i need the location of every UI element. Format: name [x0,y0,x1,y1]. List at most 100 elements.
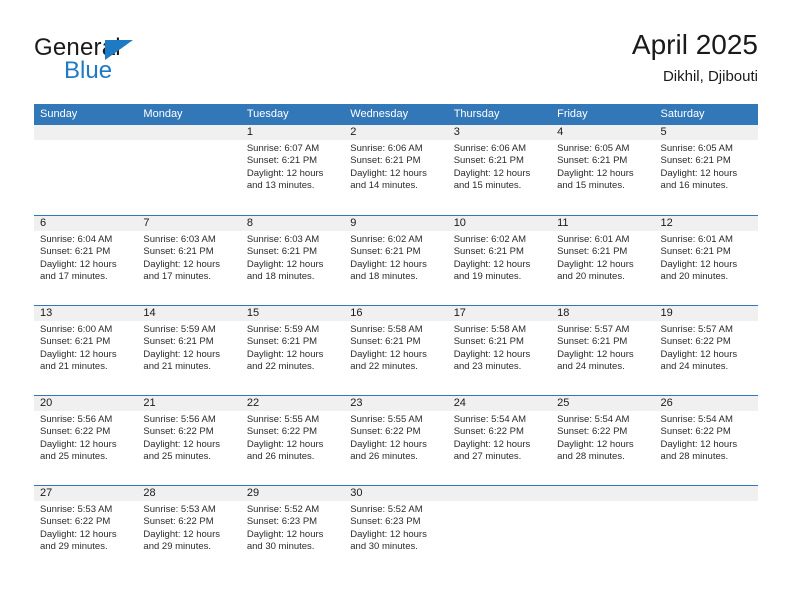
sunrise-text: Sunrise: 6:07 AM [246,143,320,154]
calendar-day-cell[interactable]: 2 Sunrise: 6:06 AM Sunset: 6:21 PM Daylight… [344,125,448,215]
calendar-day-cell[interactable]: 18 Sunrise: 5:57 AM Sunset: 6:21 PM Dayligh… [551,306,655,395]
day-sun-info: Sunrise: 6:05 AM Sunset: 6:21 PM Daylight:… [655,140,758,193]
calendar-day-cell[interactable]: 5 Sunrise: 6:05 AM Sunset: 6:21 PM Daylight… [654,125,758,215]
daylight-text-line2: and 29 minutes. [40,541,108,553]
calendar-day-cell[interactable]: 19 Sunrise: 5:57 AM Sunset: 6:22 PM Dayligh… [654,306,758,395]
sunrise-text: Sunrise: 5:54 AM [557,414,630,425]
day-sun-info: Sunrise: 6:07 AM Sunset: 6:21 PM Daylight:… [241,140,344,193]
calendar-day-cell[interactable]: 26 Sunrise: 5:54 AM Sunset: 6:22 PM Dayligh… [654,396,758,485]
calendar-day-cell[interactable]: 14 Sunrise: 5:59 AM Sunset: 6:21 PM Dayligh… [137,306,241,395]
calendar-week-row: 20 Sunrise: 5:56 AM Sunset: 6:22 PM Dayligh… [34,395,758,485]
sunset-text: Sunset: 6:21 PM [246,336,318,348]
calendar-day-cell[interactable]: 17 Sunrise: 5:58 AM Sunset: 6:21 PM Dayligh… [447,306,552,395]
sunrise-text: Sunrise: 6:00 AM [40,324,113,335]
day-sun-info: Sunrise: 5:54 AM Sunset: 6:22 PM Daylight:… [655,411,758,464]
daylight-text-line2: and 15 minutes. [453,180,522,192]
day-sun-info: Sunrise: 5:55 AM Sunset: 6:22 PM Daylight:… [241,411,344,464]
title-block: April 2025 Dikhil, Djibouti [632,28,758,88]
calendar-day-cell[interactable]: 23 Sunrise: 5:55 AM Sunset: 6:22 PM Dayligh… [344,396,448,485]
sunrise-text: Sunrise: 6:02 AM [453,234,527,245]
calendar-day-cell[interactable]: 9 Sunrise: 6:02 AM Sunset: 6:21 PM Daylight… [344,216,448,305]
calendar-day-cell[interactable]: 27 Sunrise: 5:53 AM Sunset: 6:22 PM Dayligh… [34,486,138,575]
day-number: 2 [344,125,448,140]
calendar-day-cell[interactable]: 10 Sunrise: 6:02 AM Sunset: 6:21 PM Dayligh… [447,216,552,305]
calendar-day-cell[interactable]: 1 Sunrise: 6:07 AM Sunset: 6:21 PM Daylight… [240,125,345,215]
sunset-text: Sunset: 6:22 PM [40,516,111,528]
day-number: 22 [240,396,345,411]
daylight-text-line1: Daylight: 12 hours [40,438,117,450]
daylight-text-line1: Daylight: 12 hours [350,258,427,270]
sunrise-text: Sunrise: 6:05 AM [660,143,733,154]
calendar-day-cell[interactable]: 25 Sunrise: 5:54 AM Sunset: 6:22 PM Dayligh… [551,396,655,485]
daylight-text-line2: and 22 minutes. [350,361,418,373]
day-number [137,125,241,140]
sunrise-text: Sunrise: 6:03 AM [246,234,320,245]
sunset-text: Sunset: 6:21 PM [350,246,421,258]
calendar-day-cell[interactable]: 6 Sunrise: 6:04 AM Sunset: 6:21 PM Daylight… [34,216,138,305]
day-number: 6 [34,216,138,231]
day-sun-info: Sunrise: 5:57 AM Sunset: 6:22 PM Daylight:… [655,321,758,374]
calendar-day-cell[interactable]: 21 Sunrise: 5:56 AM Sunset: 6:22 PM Dayligh… [137,396,241,485]
daylight-text-line2: and 16 minutes. [660,180,729,192]
day-sun-info: Sunrise: 6:02 AM Sunset: 6:21 PM Daylight:… [344,231,447,284]
calendar-day-cell[interactable]: 13 Sunrise: 6:00 AM Sunset: 6:21 PM Dayligh… [34,306,138,395]
day-number: 19 [654,306,758,321]
calendar-day-cell[interactable]: 11 Sunrise: 6:01 AM Sunset: 6:21 PM Dayligh… [551,216,655,305]
calendar-day-cell[interactable]: 12 Sunrise: 6:01 AM Sunset: 6:21 PM Dayligh… [654,216,758,305]
daylight-text-line1: Daylight: 12 hours [143,258,220,270]
calendar-day-cell[interactable]: 16 Sunrise: 5:58 AM Sunset: 6:21 PM Dayligh… [344,306,448,395]
calendar-day-cell[interactable]: 8 Sunrise: 6:03 AM Sunset: 6:21 PM Daylight… [240,216,345,305]
day-number: 24 [447,396,552,411]
day-number: 5 [654,125,758,140]
daylight-text-line1: Daylight: 12 hours [143,528,220,540]
day-sun-info: Sunrise: 5:58 AM Sunset: 6:21 PM Daylight:… [344,321,447,374]
day-number: 9 [344,216,448,231]
daylight-text-line2: and 17 minutes. [143,271,212,283]
daylight-text-line1: Daylight: 12 hours [557,258,634,270]
calendar-day-cell[interactable]: 4 Sunrise: 6:05 AM Sunset: 6:21 PM Daylight… [551,125,655,215]
daylight-text-line1: Daylight: 12 hours [40,348,117,360]
calendar-week-row: 1 Sunrise: 6:07 AM Sunset: 6:21 PM Daylight… [34,125,758,215]
calendar-day-cell[interactable]: 29 Sunrise: 5:52 AM Sunset: 6:23 PM Dayligh… [240,486,345,575]
day-sun-info: Sunrise: 6:04 AM Sunset: 6:21 PM Daylight:… [34,231,137,284]
day-number: 14 [137,306,241,321]
daylight-text-line2: and 24 minutes. [660,361,729,373]
daylight-text-line2: and 30 minutes. [246,541,315,553]
calendar-day-cell-empty [447,486,552,575]
calendar-day-cell[interactable]: 30 Sunrise: 5:52 AM Sunset: 6:23 PM Dayligh… [344,486,448,575]
weekday-header-wednesday: Wednesday [350,108,409,120]
sunset-text: Sunset: 6:21 PM [246,246,318,258]
calendar-day-cell[interactable]: 15 Sunrise: 5:59 AM Sunset: 6:21 PM Dayligh… [240,306,345,395]
daylight-text-line2: and 29 minutes. [143,541,212,553]
calendar-day-cell[interactable]: 22 Sunrise: 5:55 AM Sunset: 6:22 PM Dayligh… [240,396,345,485]
sunrise-text: Sunrise: 5:59 AM [143,324,216,335]
daylight-text-line1: Daylight: 12 hours [557,167,634,179]
sunset-text: Sunset: 6:22 PM [143,426,214,438]
sunset-text: Sunset: 6:21 PM [40,336,111,348]
day-sun-info: Sunrise: 6:06 AM Sunset: 6:21 PM Daylight:… [344,140,447,193]
day-number: 25 [551,396,655,411]
sunrise-text: Sunrise: 6:06 AM [350,143,423,154]
sunset-text: Sunset: 6:21 PM [660,246,731,258]
sunset-text: Sunset: 6:21 PM [143,246,214,258]
sunset-text: Sunset: 6:21 PM [660,155,731,167]
daylight-text-line2: and 25 minutes. [143,451,212,463]
day-sun-info: Sunrise: 5:56 AM Sunset: 6:22 PM Daylight:… [137,411,240,464]
day-sun-info: Sunrise: 5:59 AM Sunset: 6:21 PM Daylight:… [137,321,240,374]
sunrise-text: Sunrise: 6:05 AM [557,143,630,154]
sunset-text: Sunset: 6:22 PM [557,426,628,438]
sunset-text: Sunset: 6:21 PM [557,336,628,348]
day-number: 3 [447,125,552,140]
calendar-day-cell[interactable]: 24 Sunrise: 5:54 AM Sunset: 6:22 PM Dayligh… [447,396,552,485]
sunset-text: Sunset: 6:22 PM [40,426,111,438]
calendar-day-cell[interactable]: 28 Sunrise: 5:53 AM Sunset: 6:22 PM Dayligh… [137,486,241,575]
sunset-text: Sunset: 6:21 PM [40,246,111,258]
day-number: 8 [240,216,345,231]
sunset-text: Sunset: 6:22 PM [660,426,731,438]
calendar-week-row: 27 Sunrise: 5:53 AM Sunset: 6:22 PM Dayligh… [34,485,758,575]
calendar-day-cell[interactable]: 7 Sunrise: 6:03 AM Sunset: 6:21 PM Daylight… [137,216,241,305]
daylight-text-line1: Daylight: 12 hours [557,438,634,450]
calendar-day-cell[interactable]: 20 Sunrise: 5:56 AM Sunset: 6:22 PM Dayligh… [34,396,138,485]
sunrise-text: Sunrise: 6:01 AM [557,234,630,245]
calendar-day-cell[interactable]: 3 Sunrise: 6:06 AM Sunset: 6:21 PM Daylight… [447,125,552,215]
